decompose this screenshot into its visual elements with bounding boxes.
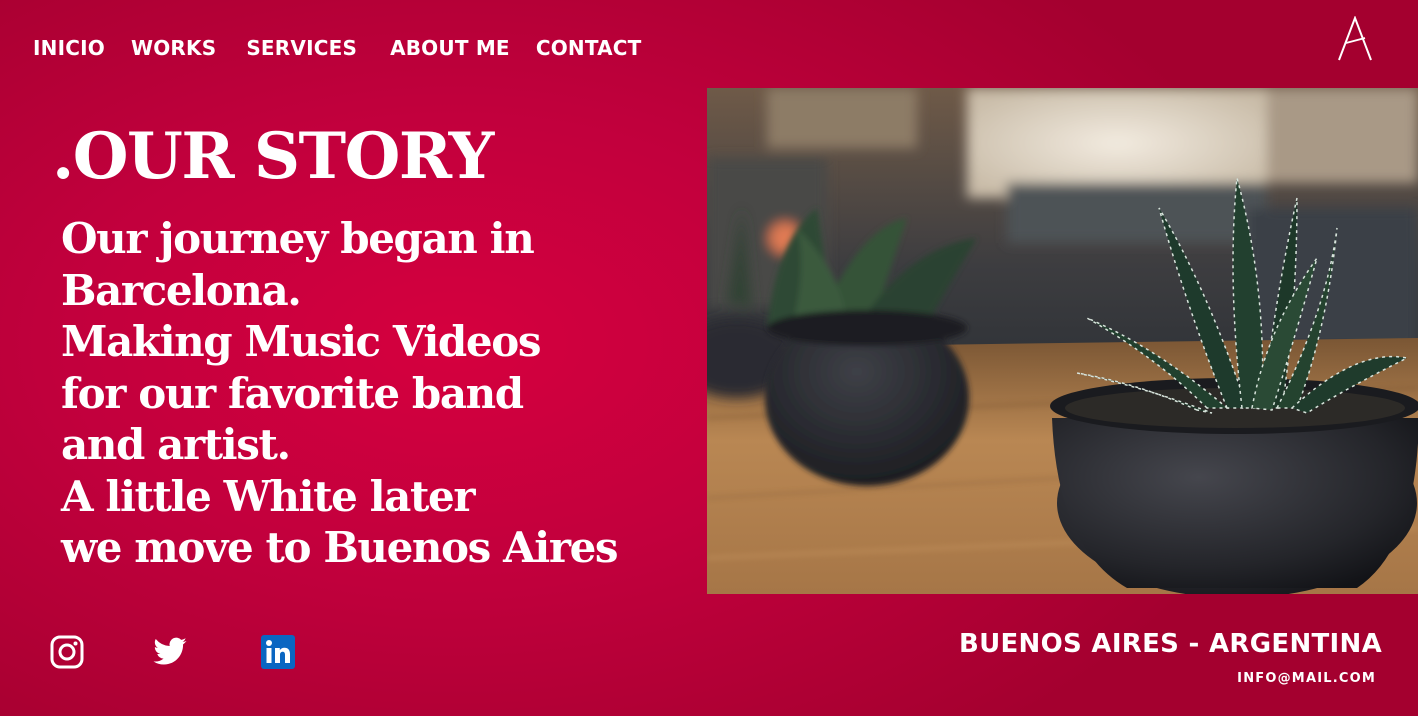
main-nav: INICIO WORKS SERVICES ABOUT ME CONTACT xyxy=(33,33,642,63)
twitter-icon[interactable] xyxy=(151,634,187,670)
linkedin-icon[interactable] xyxy=(260,634,296,670)
email-link[interactable]: INFO@MAIL.COM xyxy=(1237,668,1376,690)
location-text: BUENOS AIRES - ARGENTINA xyxy=(958,629,1382,659)
nav-item-about-me[interactable]: ABOUT ME xyxy=(390,33,510,63)
nav-item-works[interactable]: WORKS xyxy=(131,33,216,63)
nav-item-services[interactable]: SERVICES xyxy=(246,33,357,63)
story-line: for our favorite band xyxy=(61,368,524,418)
story-line: and artist. xyxy=(61,420,291,469)
story-line: A little White later xyxy=(61,471,475,521)
plant-photo xyxy=(707,88,1418,594)
story-line: we move to Buenos Aires xyxy=(61,523,619,572)
nav-item-contact[interactable]: CONTACT xyxy=(536,33,642,63)
instagram-icon[interactable] xyxy=(49,634,85,670)
story-line: Our journey began in xyxy=(61,214,535,263)
nav-item-inicio[interactable]: INICIO xyxy=(33,33,105,63)
story-line: Barcelona. xyxy=(61,265,302,315)
a-logo-icon[interactable] xyxy=(1336,15,1374,62)
story-line: Making Music Videos xyxy=(61,317,541,366)
story-text: Our journey began in Barcelona. Making M… xyxy=(61,213,701,574)
page-title: .OUR STORY xyxy=(52,119,494,194)
